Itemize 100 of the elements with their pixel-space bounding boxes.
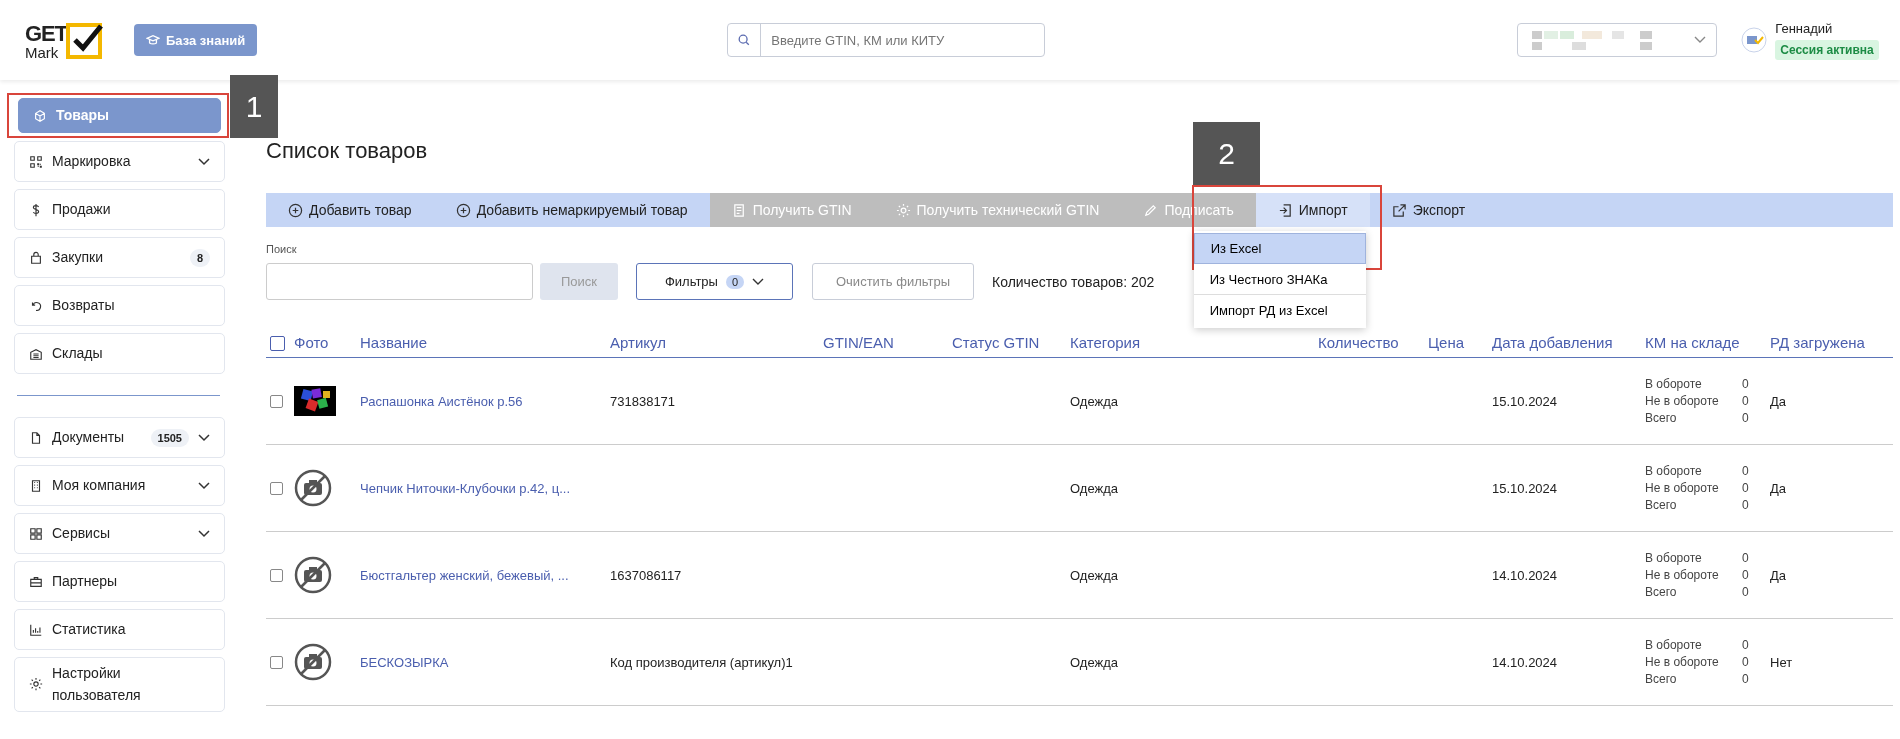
graduation-cap-icon — [146, 34, 160, 46]
product-link[interactable]: Чепчик Ниточки-Клубочки р.42, ц... — [360, 480, 610, 496]
rd-cell-text: Да — [1770, 480, 1788, 496]
column-header[interactable]: Дата добавления — [1492, 334, 1645, 351]
logo-text: GET — [25, 23, 68, 45]
sidebar-item[interactable]: Статистика — [14, 609, 225, 650]
file-icon — [29, 430, 43, 445]
annotation-number: 1 — [230, 75, 278, 138]
no-photo-icon — [294, 556, 332, 594]
sidebar-item[interactable]: Продажи — [14, 189, 225, 230]
date-cell-text: 15.10.2024 — [1492, 480, 1559, 496]
no-photo-icon — [294, 469, 332, 507]
date-cell-text: 15.10.2024 — [1492, 393, 1559, 409]
sidebar-item[interactable]: Документы 1505 — [14, 417, 225, 458]
chevron-down-icon — [198, 157, 210, 166]
warehouse-icon — [29, 346, 43, 361]
stock-label: Не в обороте — [1645, 655, 1720, 669]
chevron-down-icon — [198, 433, 210, 442]
column-header[interactable]: Название — [360, 334, 610, 351]
column-header[interactable]: РД загружена — [1770, 334, 1891, 351]
category-cell-text: Одежда — [1070, 480, 1119, 496]
stock-value: 0 — [1742, 585, 1750, 599]
stock-value: 0 — [1742, 551, 1750, 565]
search-icon — [737, 33, 752, 47]
qr-icon — [29, 154, 43, 169]
toolbar-button[interactable]: Добавить товар — [266, 193, 434, 227]
avatar-icon — [1741, 27, 1768, 53]
menu-item[interactable]: Из Честного ЗНАКа — [1193, 264, 1366, 295]
toolbar-button[interactable]: Импорт — [1255, 193, 1370, 227]
stock-label: Всего — [1645, 585, 1678, 599]
stock-value: 0 — [1742, 568, 1750, 582]
stock-value: 0 — [1742, 464, 1750, 478]
row-checkbox[interactable] — [270, 568, 283, 582]
column-header[interactable]: КМ на складе — [1645, 334, 1770, 351]
stock-label: Всего — [1645, 672, 1678, 686]
column-header[interactable]: Статус GTIN — [952, 334, 1070, 351]
apps-icon — [29, 526, 43, 541]
clear-filters-button[interactable]: Очистить фильтры — [812, 263, 974, 300]
category-cell-text: Одежда — [1070, 567, 1119, 583]
article-cell-text: 731838171 — [610, 393, 677, 409]
search-field[interactable]: Введите GTIN, КМ или КИТУ — [727, 23, 1046, 57]
column-header[interactable]: Количество — [1318, 334, 1428, 351]
stock-label: Не в обороте — [1645, 481, 1720, 495]
stock-label: В обороте — [1645, 464, 1703, 478]
row-checkbox[interactable] — [270, 394, 283, 408]
select-all-checkbox[interactable] — [270, 336, 285, 351]
search-input[interactable] — [266, 263, 533, 300]
sidebar-item[interactable]: Сервисы — [14, 513, 225, 554]
product-link[interactable]: БЕСКОЗЫРКА — [360, 654, 610, 670]
annotation-number: 2 — [1193, 122, 1260, 185]
user-name: Геннадий — [1775, 20, 1833, 36]
logo[interactable]: GET Mark — [25, 20, 120, 60]
column-header[interactable]: Артикул — [610, 334, 823, 351]
sidebar-item[interactable]: Склады — [14, 333, 225, 374]
export-icon — [1391, 202, 1407, 218]
article-cell-text: Код производителя (артикул)1 — [610, 654, 794, 670]
building-icon — [29, 478, 43, 493]
sidebar-item[interactable]: Возвраты — [14, 285, 225, 326]
stock-value: 0 — [1742, 498, 1750, 512]
stock-label: Всего — [1645, 498, 1678, 512]
checkmark-logo-icon — [65, 20, 106, 60]
stock-value: 0 — [1742, 672, 1750, 686]
rd-cell-text: Да — [1770, 393, 1788, 409]
column-header[interactable]: Цена — [1428, 334, 1492, 351]
toolbar-button[interactable]: Добавить немаркируемый товар — [433, 193, 710, 227]
page-title: Список товаров — [266, 137, 428, 165]
gear-icon — [895, 202, 911, 218]
filters-button[interactable]: Фильтры 0 — [636, 263, 793, 300]
sidebar-item[interactable]: Маркировка — [14, 141, 225, 182]
document-icon — [731, 202, 747, 218]
chart-icon — [29, 622, 43, 637]
sidebar-item[interactable]: Партнеры — [14, 561, 225, 602]
sidebar-item[interactable]: Закупки 8 — [14, 237, 225, 278]
sidebar-item[interactable]: Моя компания — [14, 465, 225, 506]
row-checkbox[interactable] — [270, 481, 283, 495]
column-header[interactable]: Категория — [1070, 334, 1318, 351]
stock-value: 0 — [1742, 377, 1750, 391]
date-cell-text: 14.10.2024 — [1492, 567, 1559, 583]
product-link[interactable]: Бюстгальтер женский, бежевый, ... — [360, 567, 610, 583]
column-header[interactable]: GTIN/EAN — [823, 334, 952, 351]
stock-label: Всего — [1645, 411, 1678, 425]
no-photo-icon — [294, 643, 332, 681]
stock-value: 0 — [1742, 655, 1750, 669]
toolbar-button[interactable]: Экспорт — [1369, 193, 1488, 227]
count-badge: 0 — [725, 274, 745, 289]
gear-icon — [29, 677, 43, 692]
bag-icon — [29, 250, 43, 265]
count-badge: 1505 — [150, 428, 189, 447]
product-link[interactable]: Распашонка Аистёнок р.56 — [360, 393, 610, 409]
column-header[interactable]: Фото — [294, 334, 360, 351]
chevron-down-icon — [1694, 36, 1707, 44]
menu-item[interactable]: Из Excel — [1193, 233, 1366, 264]
sidebar-item[interactable]: Настройки пользователя — [14, 657, 225, 712]
import-icon — [1277, 202, 1293, 218]
stock-value: 0 — [1742, 411, 1750, 425]
stock-value: 0 — [1742, 394, 1750, 408]
stock-label: Не в обороте — [1645, 394, 1720, 408]
menu-item[interactable]: Импорт РД из Excel — [1193, 295, 1366, 326]
chevron-down-icon — [198, 481, 210, 490]
row-checkbox[interactable] — [270, 655, 283, 669]
